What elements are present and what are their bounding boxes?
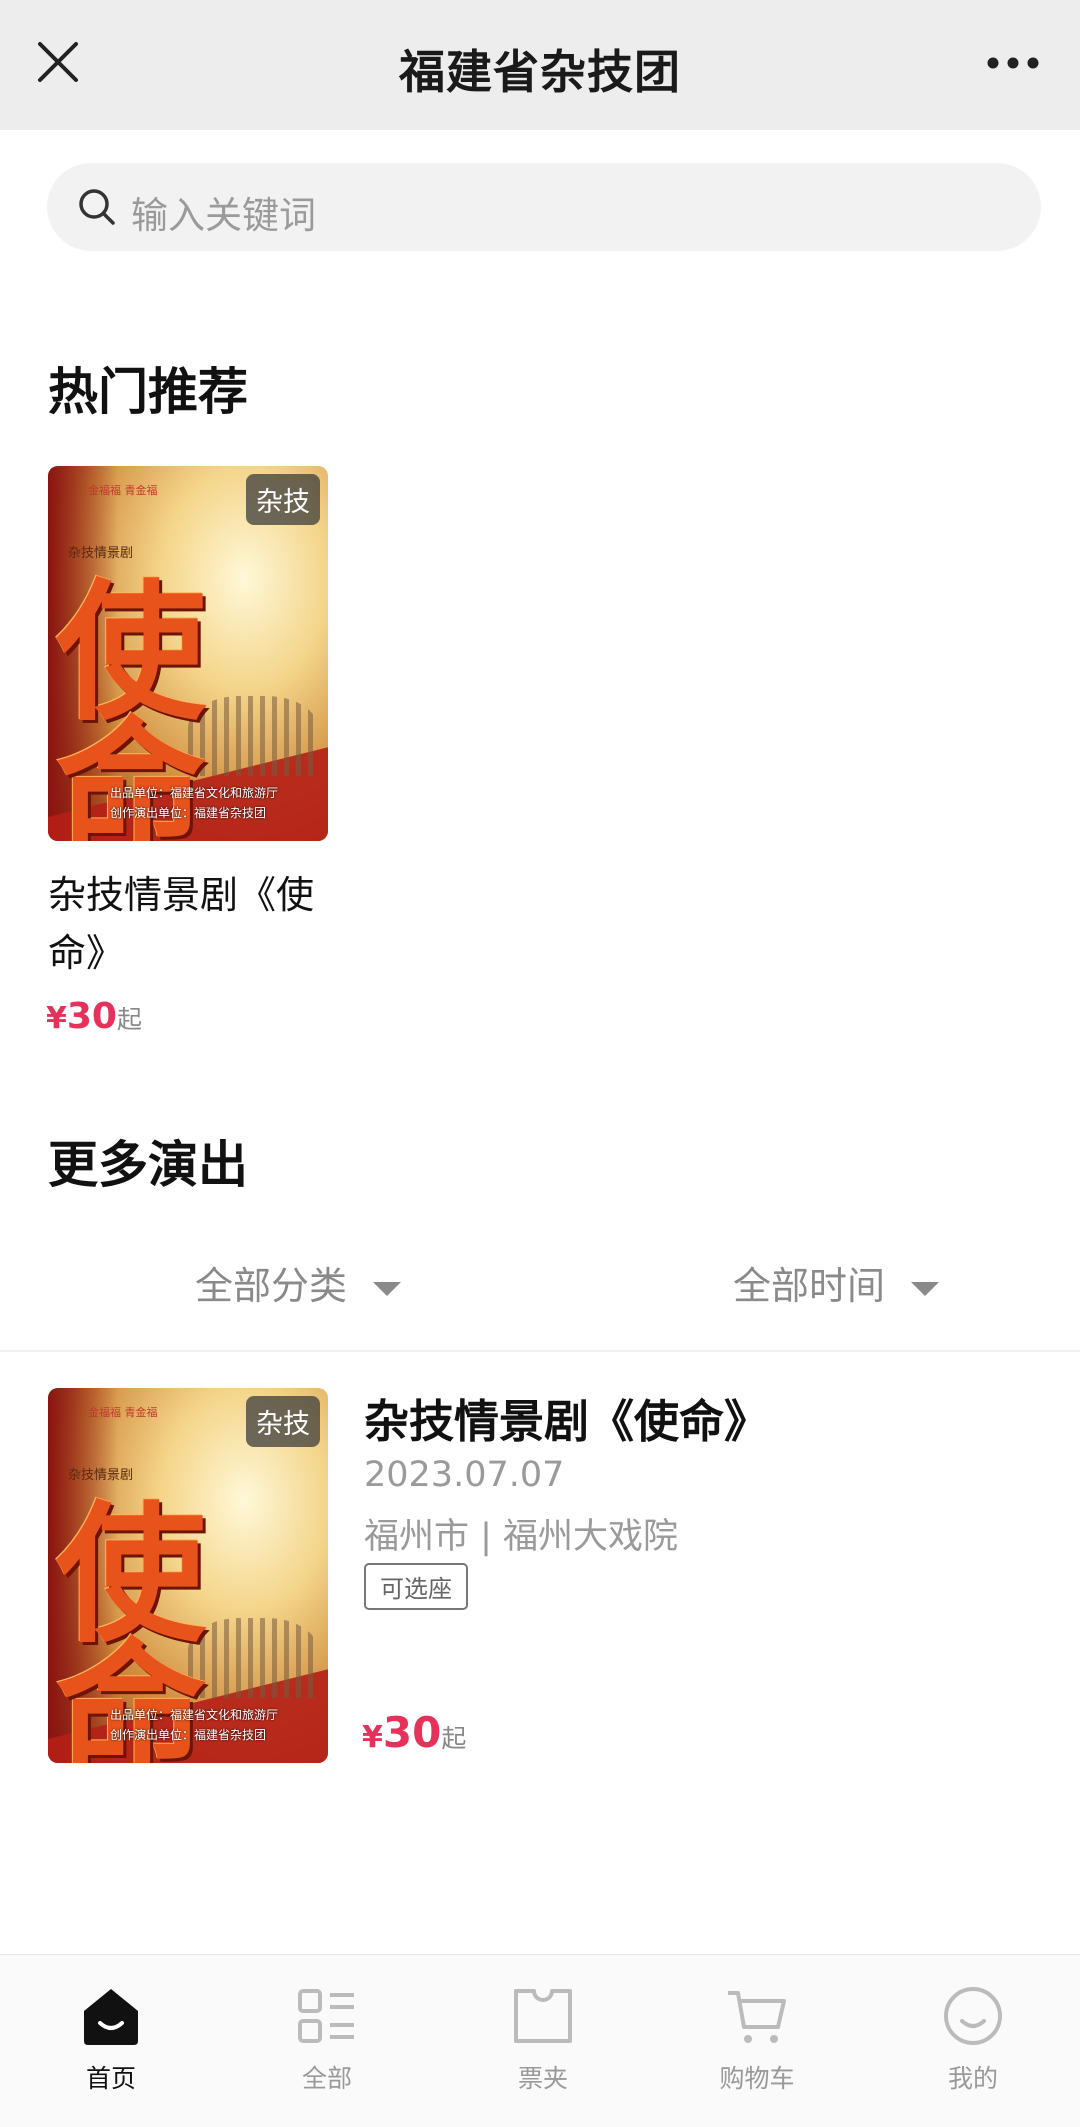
hot-poster[interactable]: 金福福 青金福 杂技情景剧 使 命 出品单位：福建省文化和旅游厅 创作演出单位：… [48,466,328,841]
tab-label: 首页 [85,2064,136,2093]
price-currency: ¥ [46,1001,67,1036]
show-poster[interactable]: 金福福 青金福 杂技情景剧 使 命 出品单位：福建省文化和旅游厅 创作演出单位：… [48,1388,328,1763]
poster-char: 命 [56,1625,207,1763]
price-suffix: 起 [116,1005,142,1034]
category-tag: 杂技 [246,474,320,525]
price-currency: ¥ [362,1720,383,1755]
poster-logo: 金福福 青金福 [88,1406,158,1419]
poster-figures [188,1618,318,1698]
hot-item-name[interactable]: 杂技情景剧《使命》 [48,866,338,982]
tab-me[interactable]: 我的 [898,1985,1048,2095]
category-filter[interactable]: 全部分类 [195,1255,402,1310]
search-icon [79,189,115,225]
time-filter[interactable]: 全部时间 [733,1255,940,1310]
poster-subtitle: 杂技情景剧 [68,1468,134,1483]
tab-label: 我的 [947,2064,998,2093]
caret-down-icon [911,1281,940,1296]
poster-subtitle: 杂技情景剧 [68,546,134,561]
tab-label: 全部 [301,2064,352,2093]
show-date: 2023.07.07 [364,1455,565,1495]
time-filter-label: 全部时间 [733,1264,886,1308]
search-input[interactable]: 输入关键词 [131,185,316,239]
tab-cart[interactable]: 购物车 [682,1985,832,2095]
smile-icon [944,1987,1002,2045]
tab-ticket-wallet[interactable]: 票夹 [468,1985,618,2095]
category-filter-label: 全部分类 [195,1264,348,1308]
category-tag: 杂技 [246,1396,320,1447]
poster-credit: 创作演出单位：福建省杂技团 [110,806,267,820]
more-section-title: 更多演出 [48,1136,248,1194]
price-value: 30 [66,996,117,1037]
tab-all[interactable]: 全部 [252,1985,402,2095]
seat-selectable-badge: 可选座 [364,1563,468,1610]
price-value: 30 [382,1708,442,1757]
list-icon [298,1989,354,2043]
poster-credit: 创作演出单位：福建省杂技团 [110,1728,267,1742]
poster-figures [188,696,318,776]
divider [0,1350,1080,1352]
show-title[interactable]: 杂技情景剧《使命》 [364,1385,769,1450]
tab-label: 购物车 [719,2064,795,2093]
poster-credit: 出品单位：福建省文化和旅游厅 [110,1708,279,1722]
cart-icon [728,1991,786,2043]
top-bar: 福建省杂技团 [0,0,1080,130]
show-venue: 福州市 | 福州大戏院 [364,1517,679,1557]
hot-section-title: 热门推荐 [48,363,248,421]
search-bar[interactable]: 输入关键词 [47,163,1041,251]
page-title: 福建省杂技团 [399,45,681,99]
caret-down-icon [373,1281,402,1296]
poster-char: 命 [56,703,207,841]
more-icon[interactable] [986,56,1040,70]
tab-home[interactable]: 首页 [36,1985,186,2095]
home-icon [84,1989,138,2045]
poster-logo: 金福福 青金福 [88,484,158,497]
poster-credit: 出品单位：福建省文化和旅游厅 [110,786,279,800]
price-suffix: 起 [441,1724,467,1753]
ticket-icon [514,1989,572,2043]
tab-label: 票夹 [517,2064,568,2093]
show-price: ¥30起 [362,1708,466,1757]
hot-item-price: ¥30起 [46,996,142,1037]
bottom-tab-bar: 首页 全部 票夹 购物车 我的 [0,1954,1080,2127]
